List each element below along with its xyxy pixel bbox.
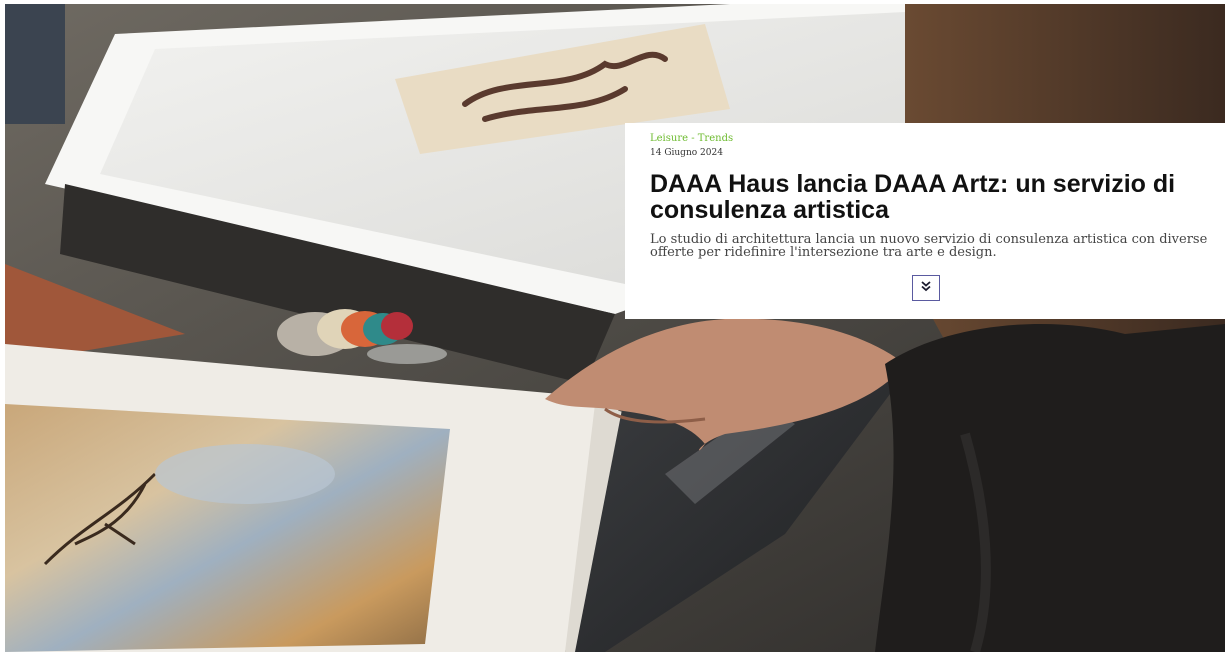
article-category[interactable]: Leisure - Trends	[650, 133, 1213, 145]
article-summary: Lo studio di architettura lancia un nuov…	[650, 232, 1208, 260]
hero-image	[5, 4, 1225, 652]
article-card: Leisure - Trends 14 Giugno 2024 DAAA Hau…	[625, 123, 1225, 319]
expand-button[interactable]	[912, 275, 940, 301]
article-date: 14 Giugno 2024	[650, 148, 723, 158]
double-chevron-down-icon	[920, 279, 932, 297]
article-title[interactable]: DAAA Haus lancia DAAA Artz: un servizio …	[650, 171, 1210, 223]
